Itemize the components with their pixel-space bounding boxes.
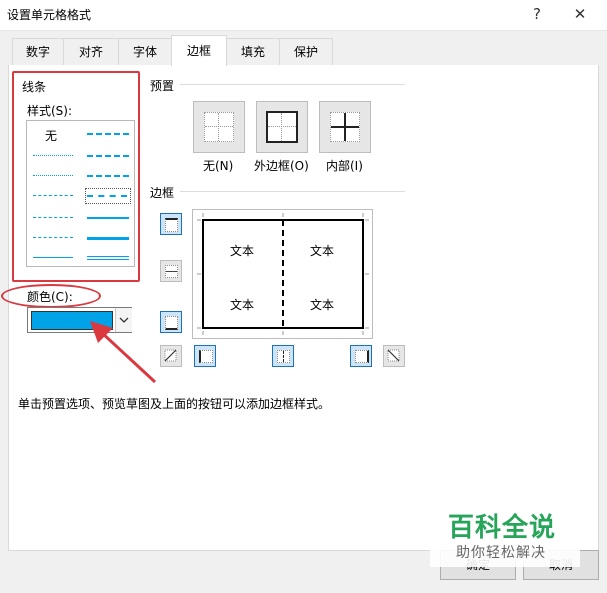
border-diagonal-up-button[interactable] [160, 345, 182, 367]
preset-outline-label: 外边框(O) [254, 159, 309, 173]
border-right-icon [355, 350, 369, 363]
style-medium-dashed[interactable] [87, 195, 127, 197]
tab-font[interactable]: 字体 [118, 38, 172, 65]
style-double-bottom[interactable] [87, 259, 129, 260]
border-right-button[interactable] [350, 345, 372, 367]
border-center-icon [277, 350, 290, 363]
red-arrow-icon [90, 321, 157, 384]
style-slant-dash-dot[interactable] [87, 155, 129, 157]
style-double-top[interactable] [87, 256, 129, 257]
tab-fill[interactable]: 填充 [226, 38, 280, 65]
style-dash-dot[interactable] [33, 217, 73, 218]
style-thin[interactable] [33, 257, 73, 258]
style-none[interactable]: 无 [45, 127, 57, 144]
preset-none-icon [204, 112, 234, 142]
border-bottom-button[interactable] [160, 311, 182, 333]
style-dotted[interactable] [33, 175, 73, 176]
border-inside-vertical-button[interactable] [272, 345, 294, 367]
style-dashed[interactable] [33, 237, 73, 238]
preview-cell-text: 文本 [230, 244, 255, 258]
color-label: 颜色(C): [27, 290, 73, 304]
preset-outline-button[interactable] [256, 101, 308, 153]
style-hair[interactable] [33, 155, 73, 156]
style-label: 样式(S): [27, 104, 73, 118]
style-dash-dot-dot[interactable] [33, 195, 73, 196]
border-middle-icon [165, 265, 178, 278]
preview-grid [197, 213, 369, 335]
style-thick[interactable] [87, 237, 129, 240]
border-heading: 边框 [150, 186, 175, 200]
tab-alignment[interactable]: 对齐 [63, 38, 119, 65]
preview-cell-text: 文本 [310, 244, 335, 258]
preset-none-label: 无(N) [203, 159, 234, 173]
help-button[interactable]: ? [522, 2, 552, 26]
tab-protection[interactable]: 保护 [279, 38, 333, 65]
border-bottom-icon [165, 316, 178, 330]
preset-inside-button[interactable] [319, 101, 371, 153]
preset-outline-icon [266, 111, 298, 143]
border-inside-horizontal-button[interactable] [160, 260, 182, 282]
style-medium[interactable] [87, 217, 129, 219]
watermark-subtitle: 助你轻松解决 [456, 545, 546, 561]
diagonal-down-icon [387, 349, 400, 362]
border-top-icon [165, 218, 178, 232]
preset-inside-label: 内部(I) [326, 159, 363, 173]
tab-number[interactable]: 数字 [12, 38, 64, 65]
preset-separator [180, 84, 405, 85]
border-separator [180, 191, 405, 192]
preview-cell-text: 文本 [230, 298, 255, 312]
diagonal-up-icon [164, 349, 177, 362]
border-preview[interactable]: 文本 文本 文本 文本 [192, 209, 373, 339]
style-medium-dash-dot[interactable] [87, 175, 129, 177]
line-heading: 线条 [22, 80, 47, 94]
title-bar [0, 0, 607, 31]
preset-heading: 预置 [150, 79, 175, 93]
hint-text: 单击预置选项、预览草图及上面的按钮可以添加边框样式。 [18, 397, 331, 411]
border-diagonal-down-button[interactable] [383, 345, 405, 367]
preview-cell-text: 文本 [310, 298, 335, 312]
close-button[interactable]: ✕ [565, 2, 595, 26]
preset-none-button[interactable] [193, 101, 245, 153]
line-style-list[interactable]: 无 [26, 120, 135, 267]
style-medium-dash-dot-dot[interactable] [87, 133, 129, 135]
close-icon: ✕ [573, 5, 587, 23]
border-top-button[interactable] [160, 213, 182, 235]
border-left-icon [199, 350, 213, 363]
dialog-title: 设置单元格格式 [7, 8, 92, 22]
watermark-title: 百科全说 [448, 513, 557, 543]
preset-inside-icon [330, 112, 360, 142]
border-left-button[interactable] [194, 345, 216, 367]
tab-border[interactable]: 边框 [171, 35, 227, 66]
